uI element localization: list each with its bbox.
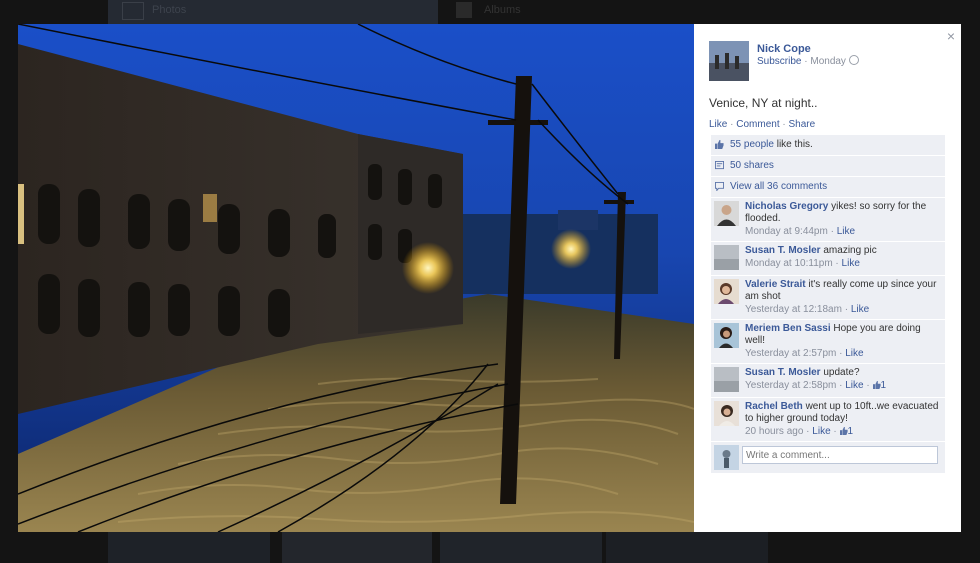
thumbs-up-icon <box>715 140 724 149</box>
viewer-avatar-image <box>714 445 739 470</box>
comment-meta: 20 hours ago · Like · 1 <box>745 426 854 437</box>
comment-body: Valerie Strait it's really come up since… <box>745 279 941 303</box>
comment-bubble-icon <box>715 182 724 191</box>
comment-body: Nicholas Gregory yikes! so sorry for the… <box>745 201 941 225</box>
commenter-avatar[interactable] <box>714 201 739 226</box>
bg-thumbnail <box>606 532 768 563</box>
comment-item: Meriem Ben Sassi Hope you are doing well… <box>711 320 945 364</box>
comment-like-link[interactable]: Like <box>812 426 830 437</box>
comment-like-link[interactable]: Like <box>851 304 869 315</box>
commenter-avatar[interactable] <box>714 367 739 392</box>
comment-item: Susan T. Mosler update? Yesterday at 2:5… <box>711 364 945 398</box>
comment-time[interactable]: Monday at 10:11pm <box>745 258 833 269</box>
photo-actions: Like · Comment · Share <box>709 119 815 130</box>
feedback-box: 55 people like this. 50 shares View all … <box>711 135 945 474</box>
comment-author-link[interactable]: Valerie Strait <box>745 279 806 290</box>
comment-like-link[interactable]: Like <box>845 348 863 359</box>
viewer-avatar <box>714 445 739 470</box>
comment-time[interactable]: Yesterday at 2:58pm <box>745 380 836 391</box>
comment-likes-count[interactable]: 1 <box>848 426 854 437</box>
bg-photos-label: Photos <box>152 4 187 16</box>
comment-link[interactable]: Comment <box>736 119 779 130</box>
bg-photos-tab: Photos <box>108 0 438 24</box>
write-comment-input[interactable] <box>742 446 938 464</box>
bg-photos-icon <box>122 2 144 20</box>
comment-body: Susan T. Mosler update? <box>745 367 941 379</box>
photo-illustration <box>18 24 694 532</box>
comment-author-link[interactable]: Susan T. Mosler <box>745 245 821 256</box>
comment-like-link[interactable]: Like <box>845 380 863 391</box>
share-link[interactable]: Share <box>789 119 816 130</box>
commenter-avatar-image <box>714 279 739 304</box>
comment-author-link[interactable]: Nicholas Gregory <box>745 201 828 212</box>
likes-text: like this. <box>773 139 813 150</box>
commenter-avatar-image <box>714 401 739 426</box>
comment-meta: Monday at 9:44pm · Like <box>745 226 856 237</box>
comment-time[interactable]: Yesterday at 12:18am <box>745 304 842 315</box>
comment-time[interactable]: Yesterday at 2:57pm <box>745 348 836 359</box>
comment-likes-count[interactable]: 1 <box>881 380 887 391</box>
comment-item: Susan T. Mosler amazing pic Monday at 10… <box>711 242 945 276</box>
subscribe-link[interactable]: Subscribe <box>757 56 801 67</box>
like-link[interactable]: Like <box>709 119 727 130</box>
comment-like-link[interactable]: Like <box>842 258 860 269</box>
commenter-avatar[interactable] <box>714 323 739 348</box>
globe-icon[interactable] <box>848 55 859 65</box>
share-icon <box>715 161 724 170</box>
comment-text: amazing pic <box>823 245 877 256</box>
comment-text: update? <box>823 367 860 378</box>
view-comments-row: View all 36 comments <box>711 177 945 198</box>
comment-item: Rachel Beth went up to 10ft..we evacuate… <box>711 398 945 442</box>
flooded-street-photo[interactable] <box>18 24 694 532</box>
photo-caption: Venice, NY at night.. <box>709 96 818 110</box>
comment-author-link[interactable]: Meriem Ben Sassi <box>745 323 831 334</box>
comment-meta: Yesterday at 12:18am · Like <box>745 304 870 315</box>
thumbs-up-icon <box>839 427 848 435</box>
comment-like-link[interactable]: Like <box>837 226 855 237</box>
bg-albums-icon <box>456 2 472 18</box>
comment-body: Rachel Beth went up to 10ft..we evacuate… <box>745 401 941 425</box>
owner-avatar[interactable] <box>709 41 749 81</box>
comment-author-link[interactable]: Susan T. Mosler <box>745 367 821 378</box>
commenter-avatar-image <box>714 245 739 270</box>
commenter-avatar-image <box>714 323 739 348</box>
owner-avatar-image <box>709 41 749 81</box>
likes-row: 55 people like this. <box>711 135 945 156</box>
commenter-avatar[interactable] <box>714 245 739 270</box>
likes-count-link[interactable]: 55 people <box>730 139 774 150</box>
commenter-avatar-image <box>714 201 739 226</box>
shares-row: 50 shares <box>711 156 945 177</box>
bg-thumbnail <box>440 532 602 563</box>
post-time[interactable]: Monday <box>810 56 846 67</box>
comment-meta: Yesterday at 2:58pm · Like · 1 <box>745 380 887 391</box>
bg-thumbnail <box>108 532 270 563</box>
bg-albums-tab: Albums <box>450 0 750 24</box>
photo-sidebar: × Nick Cope Subscribe · Monday Venice, N… <box>694 24 961 532</box>
view-all-comments-link[interactable]: View all 36 comments <box>730 181 827 192</box>
commenter-avatar-image <box>714 367 739 392</box>
comment-body: Susan T. Mosler amazing pic <box>745 245 941 257</box>
comment-meta: Yesterday at 2:57pm · Like <box>745 348 864 359</box>
comment-body: Meriem Ben Sassi Hope you are doing well… <box>745 323 941 347</box>
action-separator: · <box>779 119 789 130</box>
photo-lightbox: × Nick Cope Subscribe · Monday Venice, N… <box>18 24 961 532</box>
comment-time[interactable]: Monday at 9:44pm <box>745 226 828 237</box>
bg-thumbnail <box>282 532 432 563</box>
comment-meta: Monday at 10:11pm · Like <box>745 258 860 269</box>
close-icon[interactable]: × <box>947 28 955 44</box>
thumbs-up-icon <box>872 381 881 389</box>
comment-author-link[interactable]: Rachel Beth <box>745 401 803 412</box>
owner-name-link[interactable]: Nick Cope <box>757 43 811 55</box>
action-separator: · <box>727 119 737 130</box>
write-comment-row <box>711 442 945 474</box>
commenter-avatar[interactable] <box>714 401 739 426</box>
bg-albums-label: Albums <box>484 4 521 16</box>
comment-item: Nicholas Gregory yikes! so sorry for the… <box>711 198 945 242</box>
commenter-avatar[interactable] <box>714 279 739 304</box>
owner-meta: Subscribe · Monday <box>757 55 859 67</box>
comment-time[interactable]: 20 hours ago <box>745 426 803 437</box>
comment-item: Valerie Strait it's really come up since… <box>711 276 945 320</box>
shares-link[interactable]: 50 shares <box>730 160 774 171</box>
